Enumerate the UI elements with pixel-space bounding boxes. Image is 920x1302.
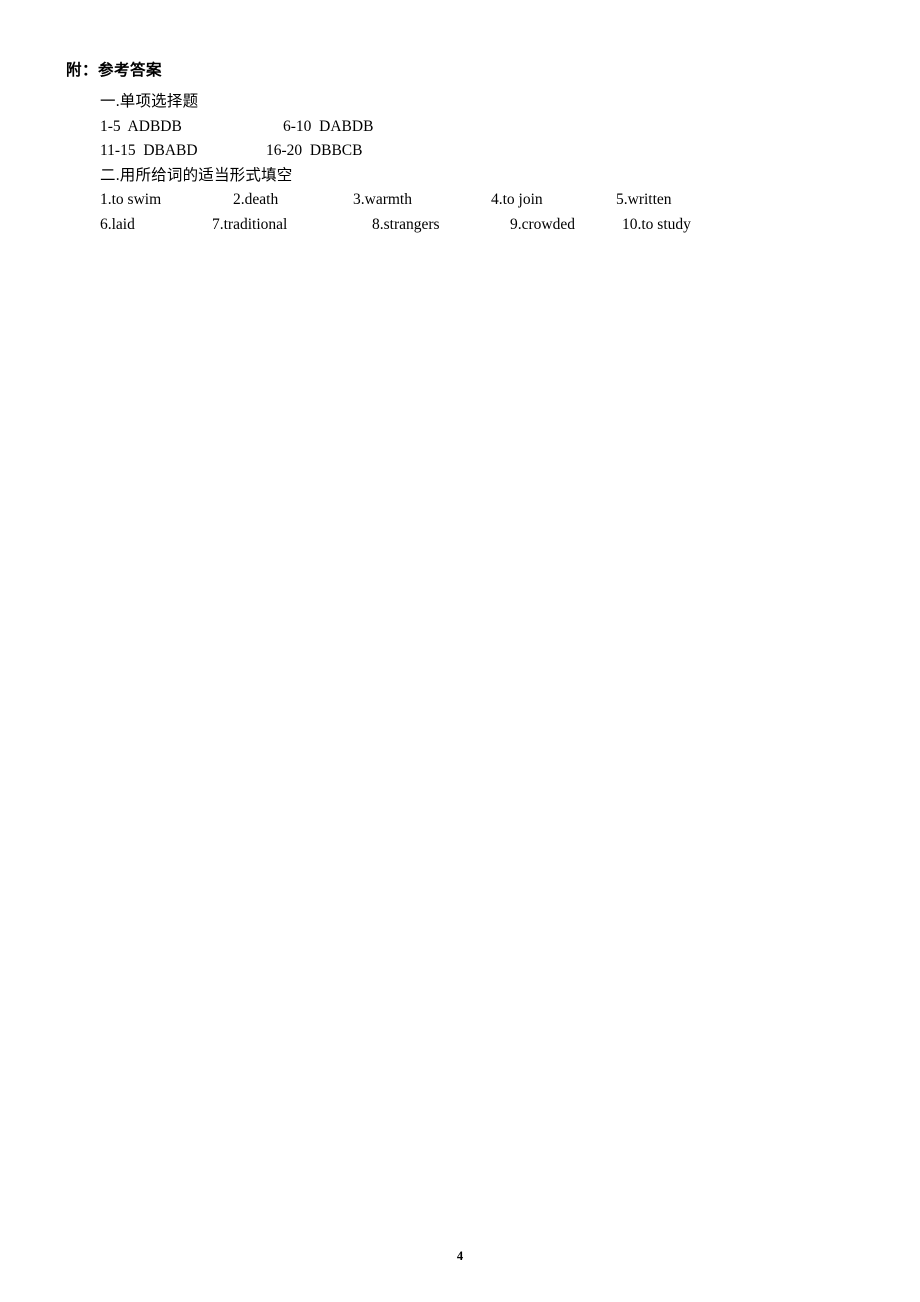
word-form-item-1: 1.to swim	[100, 191, 162, 208]
word-form-item-9: 9.crowded	[510, 215, 575, 233]
answer-row: 1-5 ADBDB 6-10 DABDB	[100, 115, 860, 140]
word-form-row: 6.laid 7.traditional 8.strangers 9.crowd…	[100, 213, 860, 238]
word-form-item-3: 3.warmth	[353, 191, 412, 208]
section-title-word-form: 二.用所给词的适当形式填空	[100, 166, 293, 184]
word-form-row: 1.to swim 2.death 3.warmth 4.to join 5.w…	[100, 188, 860, 213]
section-title-multiple-choice: 一.单项选择题	[100, 93, 199, 110]
answer-row: 11-15 DBABD 16-20 DBBCB	[100, 139, 860, 164]
word-form-item-10: 10.to study	[622, 215, 691, 233]
document-page: 附：参考答案 一.单项选择题 1-5 ADBDB 6-10 DABDB 11-1…	[0, 0, 920, 1302]
answer-range-11-15: 11-15 DBABD	[100, 142, 198, 159]
answer-key-body: 一.单项选择题 1-5 ADBDB 6-10 DABDB 11-15 DBABD…	[100, 90, 860, 237]
word-form-item-7: 7.traditional	[212, 215, 288, 233]
word-form-item-6: 6.laid	[100, 215, 135, 233]
answer-range-16-20: 16-20 DBBCB	[266, 142, 363, 159]
answer-range-6-10: 6-10 DABDB	[283, 117, 374, 135]
page-title: 附：参考答案	[66, 61, 163, 79]
page-number: 4	[456, 1249, 464, 1263]
word-form-item-2: 2.death	[233, 191, 279, 208]
word-form-item-5: 5.written	[616, 191, 672, 208]
word-form-item-4: 4.to join	[491, 191, 543, 208]
word-form-item-8: 8.strangers	[372, 215, 440, 233]
answer-range-1-5: 1-5 ADBDB	[100, 117, 182, 135]
